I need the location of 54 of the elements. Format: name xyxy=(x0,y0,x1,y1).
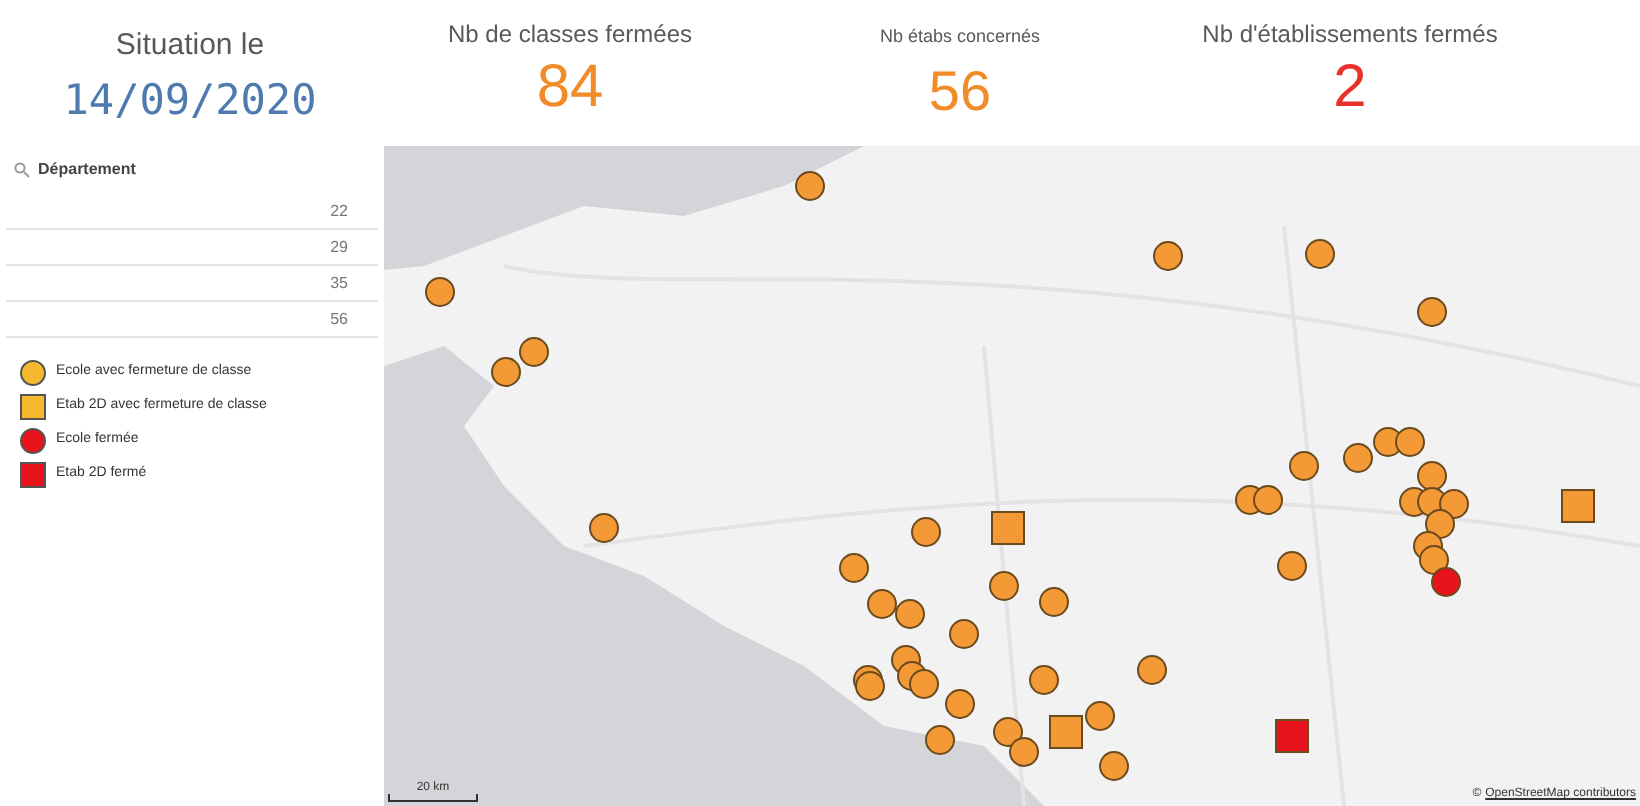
circle-marker[interactable] xyxy=(589,513,619,543)
kpi-label: Nb étabs concernés xyxy=(879,24,1041,50)
circle-marker[interactable] xyxy=(491,357,521,387)
circle-marker[interactable] xyxy=(795,171,825,201)
circle-marker[interactable] xyxy=(949,619,979,649)
circle-marker[interactable] xyxy=(1343,443,1373,473)
circle-marker[interactable] xyxy=(1425,509,1455,539)
circle-marker[interactable] xyxy=(1289,451,1319,481)
kpi-value: 14/09/2020 xyxy=(63,73,317,127)
kpi-value: 56 xyxy=(928,59,992,123)
circle-marker[interactable] xyxy=(425,277,455,307)
circle-marker[interactable] xyxy=(945,689,975,719)
circle-marker[interactable] xyxy=(911,517,941,547)
filter-item[interactable]: 22 xyxy=(6,194,378,230)
circle-marker[interactable] xyxy=(993,717,1023,747)
circle-marker[interactable] xyxy=(839,553,869,583)
kpi-label: Nb d'établissements fermés xyxy=(1202,18,1498,52)
kpi-label: Situation le xyxy=(115,26,265,66)
circle-marker[interactable] xyxy=(925,725,955,755)
circle-marker[interactable] xyxy=(1099,751,1129,781)
circle-marker[interactable] xyxy=(1417,297,1447,327)
circle-marker[interactable] xyxy=(1085,701,1115,731)
circle-marker[interactable] xyxy=(855,671,885,701)
circle-marker[interactable] xyxy=(909,669,939,699)
square-marker[interactable] xyxy=(1561,489,1595,523)
circle-marker[interactable] xyxy=(867,589,897,619)
circle-marker[interactable] xyxy=(1277,551,1307,581)
circle-marker[interactable] xyxy=(1431,567,1461,597)
scale-bar xyxy=(388,794,478,802)
circle-marker[interactable] xyxy=(1137,655,1167,685)
kpi-value: 2 xyxy=(1333,52,1367,124)
circle-marker[interactable] xyxy=(1039,587,1069,617)
circle-marker[interactable] xyxy=(1305,239,1335,269)
square-marker[interactable] xyxy=(1049,715,1083,749)
circle-marker[interactable] xyxy=(1395,427,1425,457)
circle-marker[interactable] xyxy=(1417,461,1447,491)
circle-marker[interactable] xyxy=(519,337,549,367)
filter-item[interactable]: 29 xyxy=(6,230,378,266)
filter-item[interactable]: 56 xyxy=(6,302,378,338)
kpi-label: Nb de classes fermées xyxy=(447,18,693,52)
kpi-value: 84 xyxy=(536,52,604,124)
circle-marker[interactable] xyxy=(1439,489,1469,519)
circle-marker[interactable] xyxy=(1253,485,1283,515)
search-icon xyxy=(14,162,30,178)
circle-marker[interactable] xyxy=(1419,545,1449,575)
circle-marker[interactable] xyxy=(1029,665,1059,695)
circle-marker[interactable] xyxy=(989,571,1019,601)
square-marker[interactable] xyxy=(1275,719,1309,753)
circle-marker[interactable] xyxy=(895,599,925,629)
filter-item[interactable]: 35 xyxy=(6,266,378,302)
filter-title: Département xyxy=(38,158,136,182)
circle-marker[interactable] xyxy=(1009,737,1039,767)
square-marker[interactable] xyxy=(991,511,1025,545)
circle-marker[interactable] xyxy=(1153,241,1183,271)
